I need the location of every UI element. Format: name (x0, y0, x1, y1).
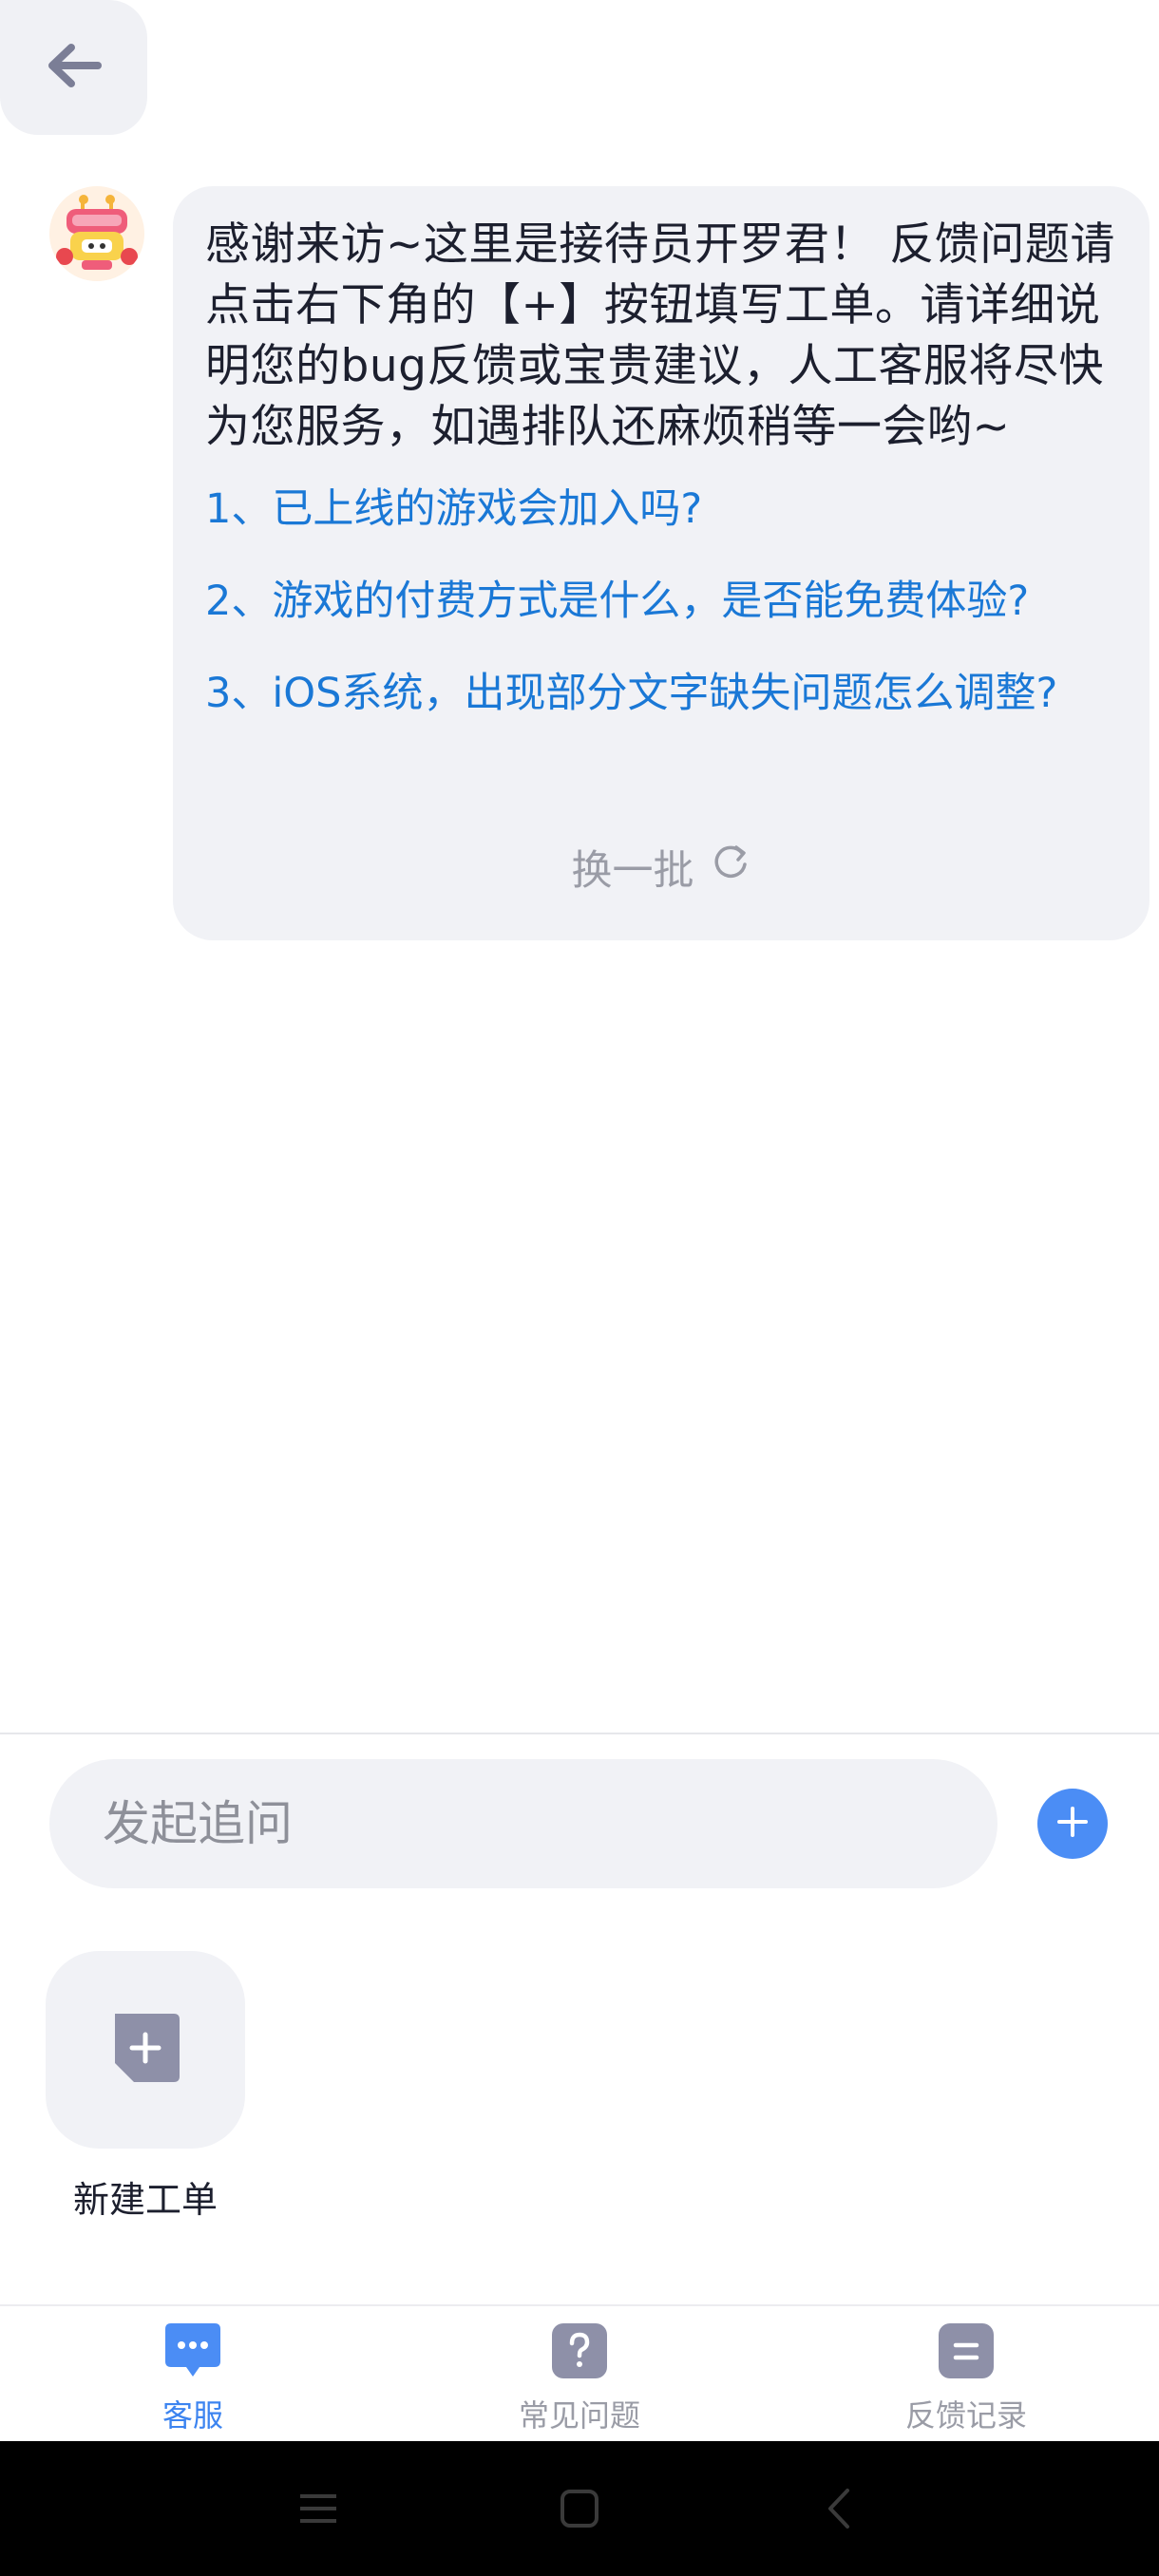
tab-label: 客服 (162, 2397, 223, 2434)
faq-link[interactable]: 1、已上线的游戏会加入吗? (205, 483, 1117, 536)
home-square-icon (558, 2487, 601, 2534)
input-divider (0, 1733, 1159, 1734)
refresh-label: 换一批 (571, 847, 694, 895)
add-button[interactable] (1037, 1789, 1108, 1859)
chevron-left-icon (819, 2487, 863, 2534)
welcome-message: 感谢来访~这里是接待员开罗君！ 反馈问题请点击右下角的【+】按钮填写工单。请详细… (205, 218, 1115, 453)
recent-apps-button[interactable] (285, 2477, 352, 2544)
tab-faq[interactable]: 常见问题 (466, 2320, 694, 2441)
question-icon (548, 2320, 611, 2386)
faq-link[interactable]: 3、iOS系统，出现部分文字缺失问题怎么调整? (205, 667, 1117, 720)
arrow-left-icon (45, 42, 104, 93)
home-button[interactable] (546, 2477, 613, 2544)
question-input[interactable] (101, 1795, 998, 1852)
faq-link[interactable]: 2、游戏的付费方式是什么，是否能免费体验? (205, 575, 1117, 628)
faq-list: 1、已上线的游戏会加入吗? 2、游戏的付费方式是什么，是否能免费体验? 3、iO… (205, 483, 1117, 720)
menu-icon (296, 2487, 340, 2534)
message-bubble: 感谢来访~这里是接待员开罗君！ 反馈问题请点击右下角的【+】按钮填写工单。请详细… (173, 186, 1150, 940)
records-icon (935, 2320, 998, 2386)
plus-icon (1054, 1803, 1092, 1845)
system-back-button[interactable] (808, 2477, 874, 2544)
question-input-container (49, 1759, 998, 1888)
new-ticket-label: 新建工单 (72, 2179, 218, 2221)
avatar (49, 186, 144, 281)
back-button[interactable] (0, 0, 147, 135)
tab-label: 反馈记录 (904, 2397, 1027, 2434)
tab-customer-service[interactable]: 客服 (79, 2320, 307, 2441)
refresh-icon (710, 842, 751, 894)
tab-label: 常见问题 (518, 2397, 640, 2434)
robot-mascot-avatar-icon (49, 186, 144, 281)
system-navigation-bar (0, 2441, 1159, 2576)
tab-feedback-records[interactable]: 反馈记录 (852, 2320, 1080, 2441)
new-ticket-icon (107, 2008, 183, 2092)
new-ticket-button[interactable] (46, 1951, 245, 2149)
refresh-button[interactable]: 换一批 (173, 838, 1150, 897)
bottom-tab-bar: 客服 常见问题 反馈记录 (0, 2304, 1159, 2443)
chat-bubble-icon (162, 2320, 224, 2386)
